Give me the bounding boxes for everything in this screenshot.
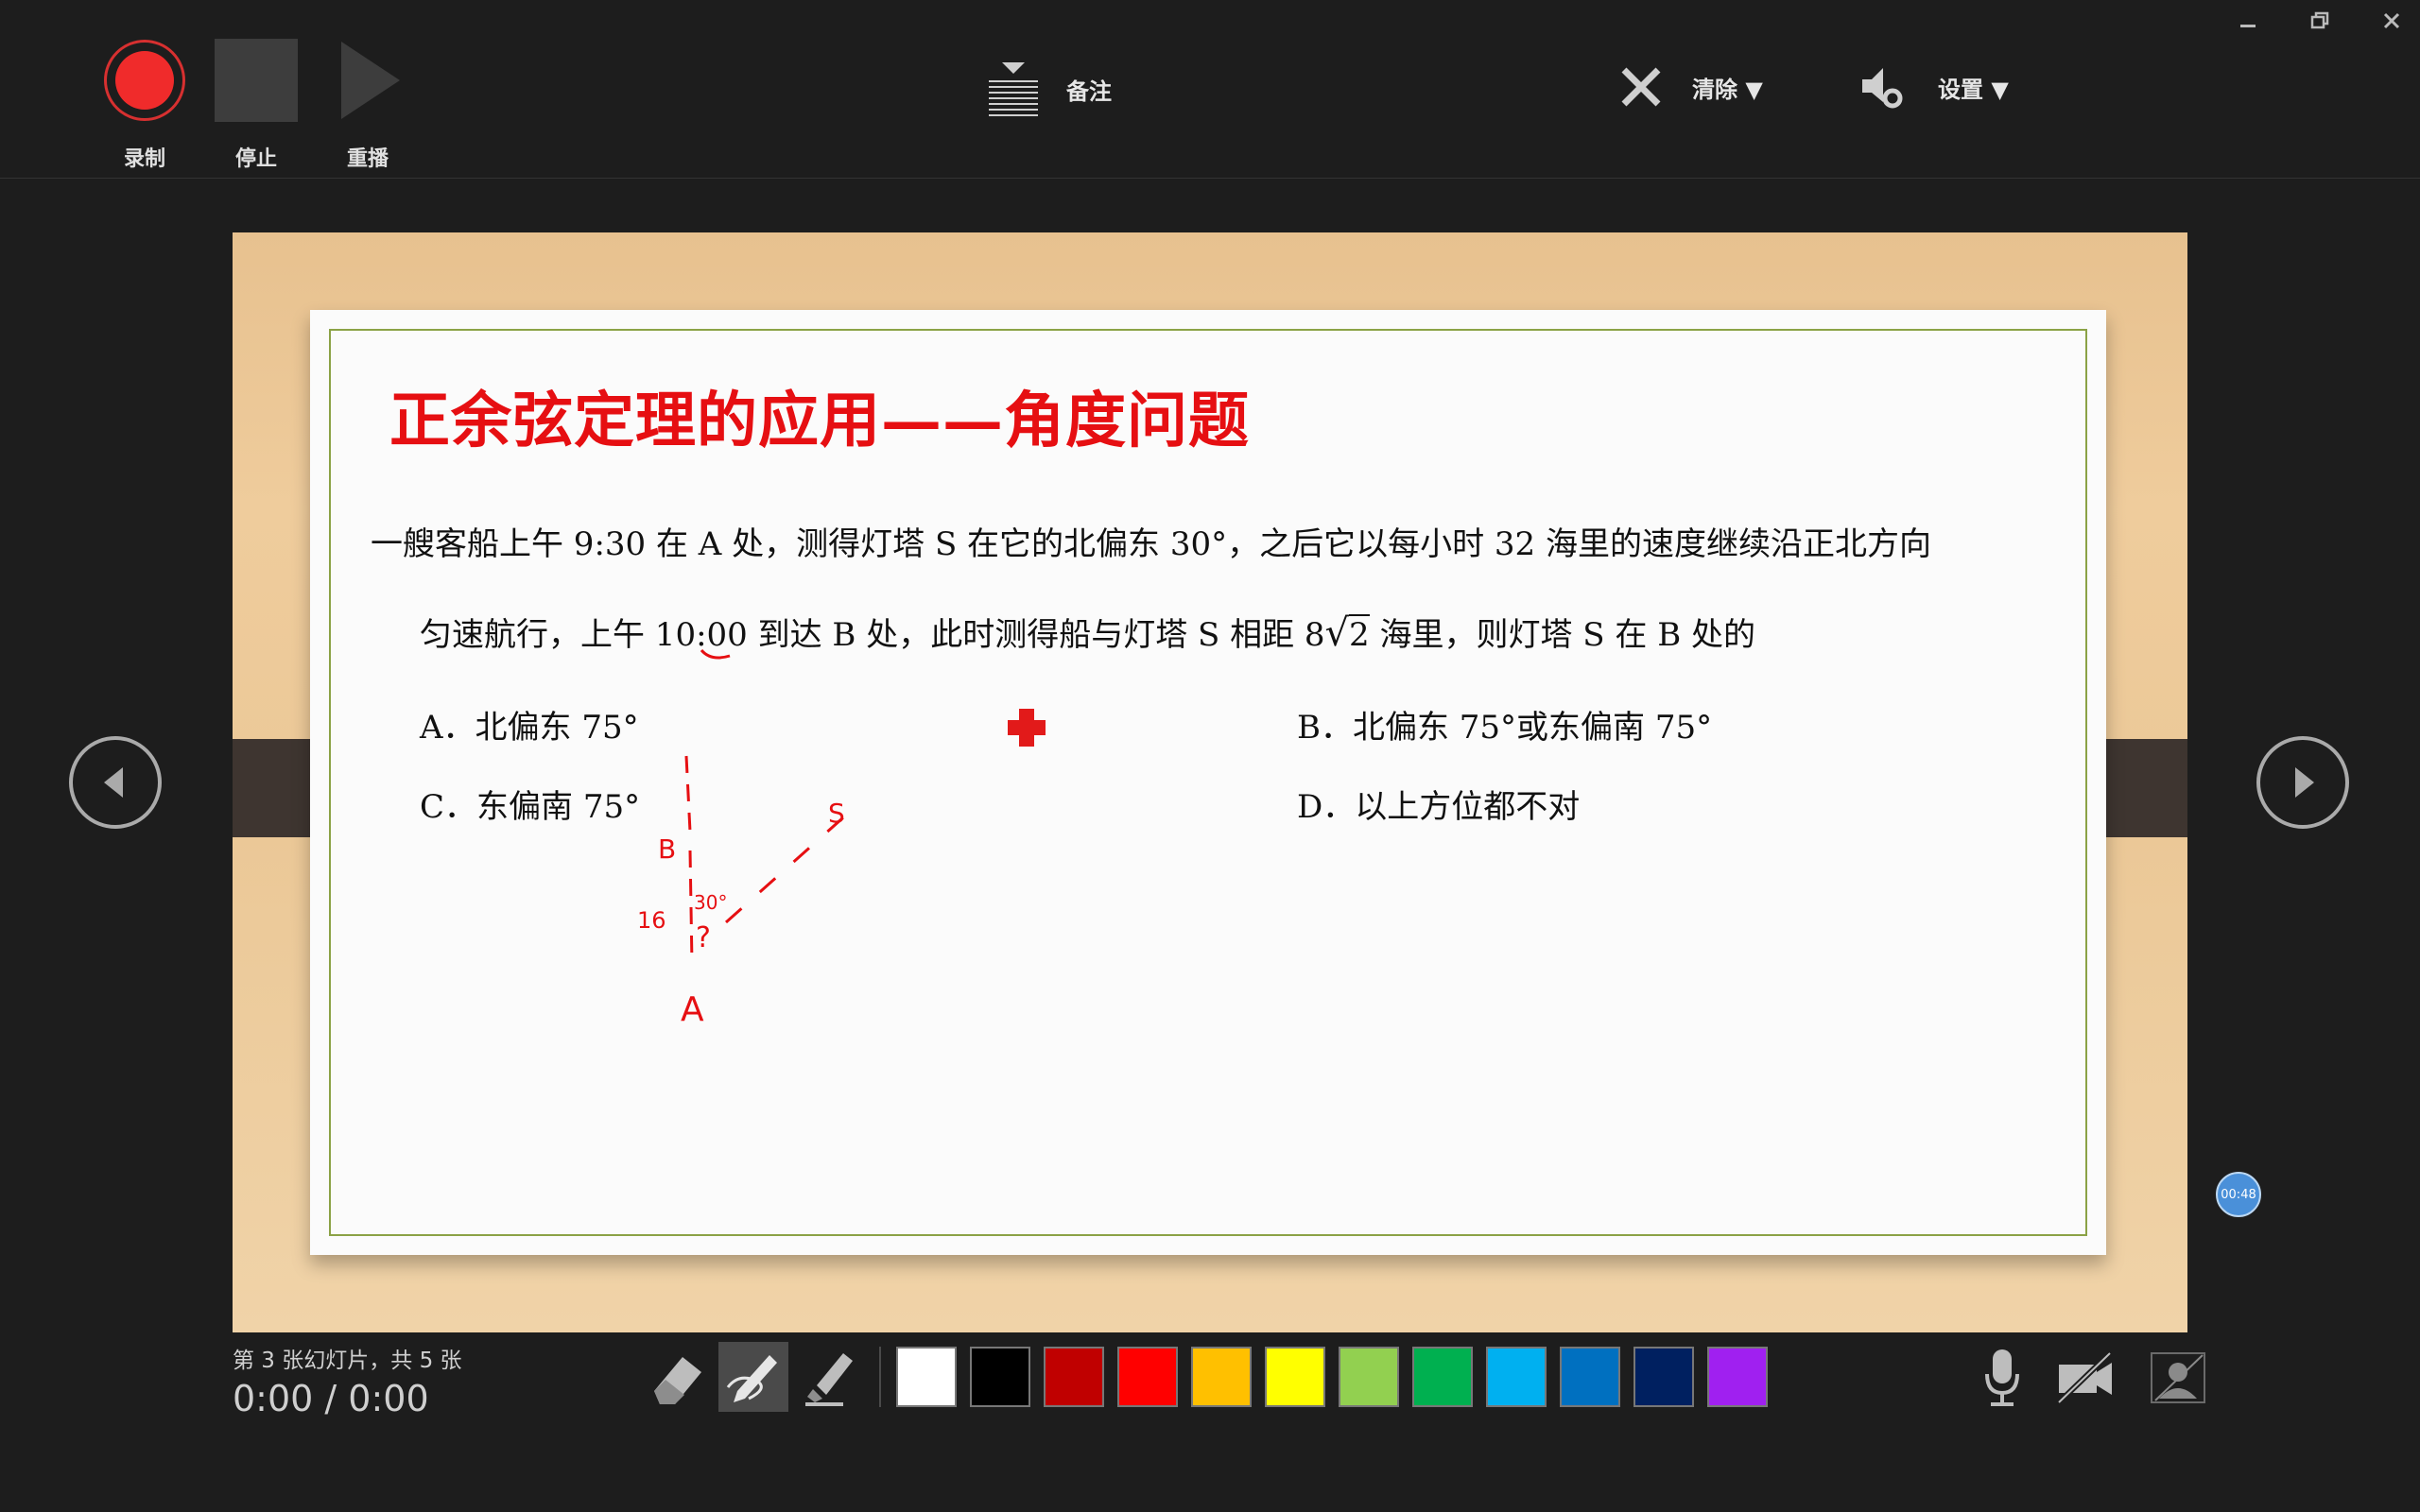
color-swatch-5[interactable] (1191, 1347, 1252, 1407)
color-swatch-6[interactable] (1265, 1347, 1325, 1407)
ink-label-b: B (658, 833, 676, 865)
recording-window: 录制 停止 重播 备注 清除 ▼ 设置 ▼ 正余弦定理的应用——角度问题 一艘客… (0, 0, 2420, 1512)
microphone-icon[interactable] (1983, 1348, 2021, 1412)
camera-off-icon[interactable] (2055, 1350, 2116, 1408)
color-swatch-8[interactable] (1412, 1347, 1473, 1407)
color-swatch-11[interactable] (1634, 1347, 1694, 1407)
toolbar-separator (879, 1347, 881, 1407)
pen-icon (726, 1355, 777, 1402)
eraser-icon (654, 1357, 701, 1404)
color-swatch-10[interactable] (1560, 1347, 1620, 1407)
ink-annotation: B S 16 30° ? A (637, 648, 852, 1029)
ink-label-sixteen: 16 (637, 907, 666, 934)
color-swatch-9[interactable] (1486, 1347, 1547, 1407)
recording-time: 0:00 / 0:00 (233, 1378, 429, 1419)
timer-badge: 00:48 (2216, 1172, 2261, 1217)
media-controls (1983, 1348, 2206, 1412)
color-swatch-4[interactable] (1117, 1347, 1178, 1407)
highlighter-tool[interactable] (794, 1342, 864, 1412)
ink-label-s: S (828, 798, 845, 829)
pen-color-palette (896, 1347, 1768, 1407)
color-swatch-1[interactable] (896, 1347, 957, 1407)
slide-count: 第 3 张幻灯片，共 5 张 (233, 1349, 462, 1373)
ink-tools (643, 1342, 1768, 1412)
ink-label-question: ? (696, 921, 711, 954)
color-swatch-7[interactable] (1339, 1347, 1399, 1407)
highlighter-icon (805, 1353, 853, 1406)
color-swatch-2[interactable] (970, 1347, 1030, 1407)
pen-tool[interactable] (718, 1342, 788, 1412)
camera-preview-off-icon[interactable] (2150, 1351, 2206, 1408)
color-swatch-3[interactable] (1044, 1347, 1104, 1407)
eraser-tool[interactable] (643, 1342, 713, 1412)
color-swatch-12[interactable] (1707, 1347, 1768, 1407)
laser-pointer-cursor (1008, 709, 1046, 747)
ink-label-a: A (681, 990, 704, 1029)
ink-label-angle: 30° (694, 891, 727, 914)
